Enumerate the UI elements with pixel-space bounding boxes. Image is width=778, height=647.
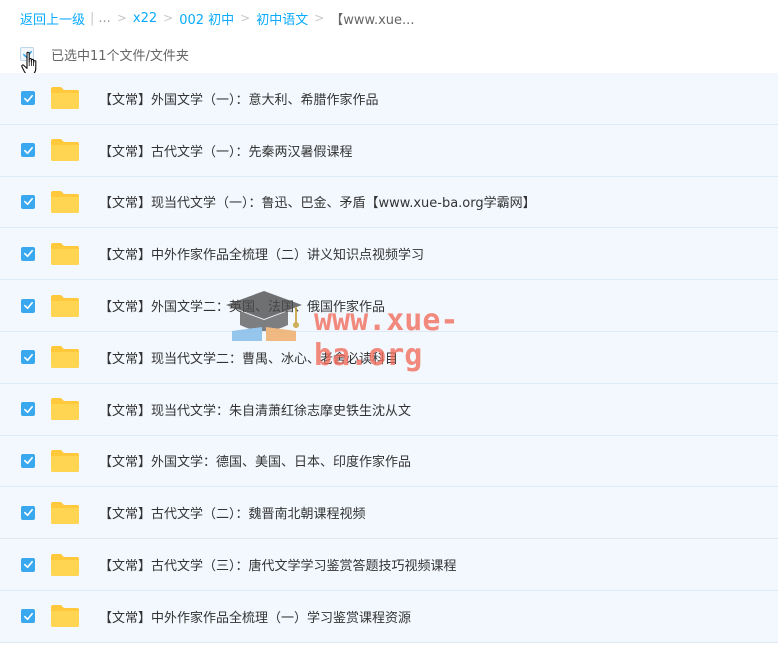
file-row[interactable]: 【文常】外国文学二：英国、法国、俄国作家作品 — [0, 280, 778, 332]
check-icon — [22, 50, 32, 58]
folder-icon — [51, 242, 79, 265]
file-list: 【文常】外国文学（一）：意大利、希腊作家作品 【文常】古代文学（一）：先秦两汉暑… — [0, 73, 778, 643]
selection-bar: 已选中11个文件/文件夹 — [20, 44, 189, 64]
file-name[interactable]: 【文常】外国文学：德国、美国、日本、印度作家作品 — [99, 451, 411, 470]
file-name[interactable]: 【文常】中外作家作品全梳理（二）讲义知识点视频学习 — [99, 244, 424, 263]
check-icon — [23, 353, 33, 361]
folder-icon — [51, 294, 79, 317]
check-icon — [23, 250, 33, 258]
breadcrumb-ellipsis[interactable]: ... — [98, 11, 110, 26]
breadcrumb-divider: | — [90, 10, 95, 26]
file-row[interactable]: 【文常】现当代文学（一）：鲁迅、巴金、矛盾【www.xue-ba.org学霸网】 — [0, 176, 778, 229]
row-checkbox[interactable] — [21, 143, 35, 158]
folder-icon — [51, 449, 79, 472]
file-name[interactable]: 【文常】古代文学（一）：先秦两汉暑假课程 — [99, 141, 353, 160]
check-icon — [23, 560, 33, 569]
folder-icon — [51, 553, 79, 576]
check-icon — [23, 612, 33, 620]
check-icon — [23, 509, 33, 517]
folder-icon — [51, 501, 79, 524]
file-name[interactable]: 【文常】外国文学二：英国、法国、俄国作家作品 — [99, 296, 385, 315]
row-checkbox[interactable] — [21, 402, 35, 417]
folder-icon — [51, 139, 79, 162]
file-row[interactable]: 【文常】外国文学：德国、美国、日本、印度作家作品 — [0, 435, 778, 488]
breadcrumb-item[interactable]: 002 初中 — [179, 9, 234, 28]
file-row[interactable]: 【文常】中外作家作品全梳理（二）讲义知识点视频学习 — [0, 228, 778, 281]
folder-icon — [51, 190, 79, 213]
file-row[interactable]: 【文常】中外作家作品全梳理（一）学习鉴赏课程资源 — [0, 590, 778, 643]
file-row[interactable]: 【文常】现当代文学二：曹禺、冰心、老舍必读科目 — [0, 331, 778, 384]
file-name[interactable]: 【文常】现当代文学：朱自清萧红徐志摩史铁生沈从文 — [99, 400, 411, 419]
file-row[interactable]: 【文常】外国文学（一）：意大利、希腊作家作品 — [0, 73, 778, 125]
breadcrumb-item[interactable]: 初中语文 — [256, 9, 308, 28]
breadcrumb-item[interactable]: x22 — [133, 11, 157, 26]
file-name[interactable]: 【文常】现当代文学二：曹禺、冰心、老舍必读科目 — [99, 348, 398, 367]
back-link[interactable]: 返回上一级 — [20, 9, 85, 28]
file-row[interactable]: 【文常】古代文学（二）：魏晋南北朝课程视频 — [0, 487, 778, 540]
select-all-checkbox[interactable] — [20, 47, 34, 61]
row-checkbox[interactable] — [21, 453, 35, 468]
selection-count: 已选中11个文件/文件夹 — [51, 48, 189, 64]
check-icon — [23, 457, 33, 465]
file-row[interactable]: 【文常】古代文学（一）：先秦两汉暑假课程 — [0, 124, 778, 177]
breadcrumb-separator: > — [314, 11, 325, 25]
row-checkbox[interactable] — [21, 91, 35, 106]
breadcrumb-separator: > — [116, 11, 127, 25]
row-checkbox[interactable] — [21, 246, 35, 261]
check-icon — [23, 146, 33, 154]
file-name[interactable]: 【文常】中外作家作品全梳理（一）学习鉴赏课程资源 — [99, 607, 411, 626]
row-checkbox[interactable] — [21, 557, 35, 572]
check-icon — [23, 198, 33, 206]
breadcrumb: 返回上一级 | ... > x22 > 002 初中 > 初中语文 > 【www… — [20, 8, 414, 28]
folder-icon — [51, 346, 79, 369]
folder-icon — [51, 605, 79, 628]
row-checkbox[interactable] — [21, 505, 35, 520]
check-icon — [23, 94, 33, 102]
file-name[interactable]: 【文常】古代文学（三）：唐代文学学习鉴赏答题技巧视频课程 — [99, 555, 457, 574]
file-row[interactable]: 【文常】古代文学（三）：唐代文学学习鉴赏答题技巧视频课程 — [0, 539, 778, 591]
file-name[interactable]: 【文常】古代文学（二）：魏晋南北朝课程视频 — [99, 503, 366, 522]
file-row[interactable]: 【文常】现当代文学：朱自清萧红徐志摩史铁生沈从文 — [0, 383, 778, 436]
row-checkbox[interactable] — [21, 194, 35, 209]
folder-icon — [51, 87, 79, 110]
folder-icon — [51, 398, 79, 421]
file-name[interactable]: 【文常】外国文学（一）：意大利、希腊作家作品 — [99, 89, 379, 108]
check-icon — [23, 302, 33, 310]
breadcrumb-current: 【www.xue... — [330, 12, 415, 28]
row-checkbox[interactable] — [21, 298, 35, 313]
row-checkbox[interactable] — [21, 350, 35, 365]
check-icon — [23, 405, 33, 413]
breadcrumb-separator: > — [240, 11, 251, 25]
breadcrumb-separator: > — [163, 11, 174, 25]
row-checkbox[interactable] — [21, 609, 35, 624]
file-name[interactable]: 【文常】现当代文学（一）：鲁迅、巴金、矛盾【www.xue-ba.org学霸网】 — [99, 192, 536, 211]
